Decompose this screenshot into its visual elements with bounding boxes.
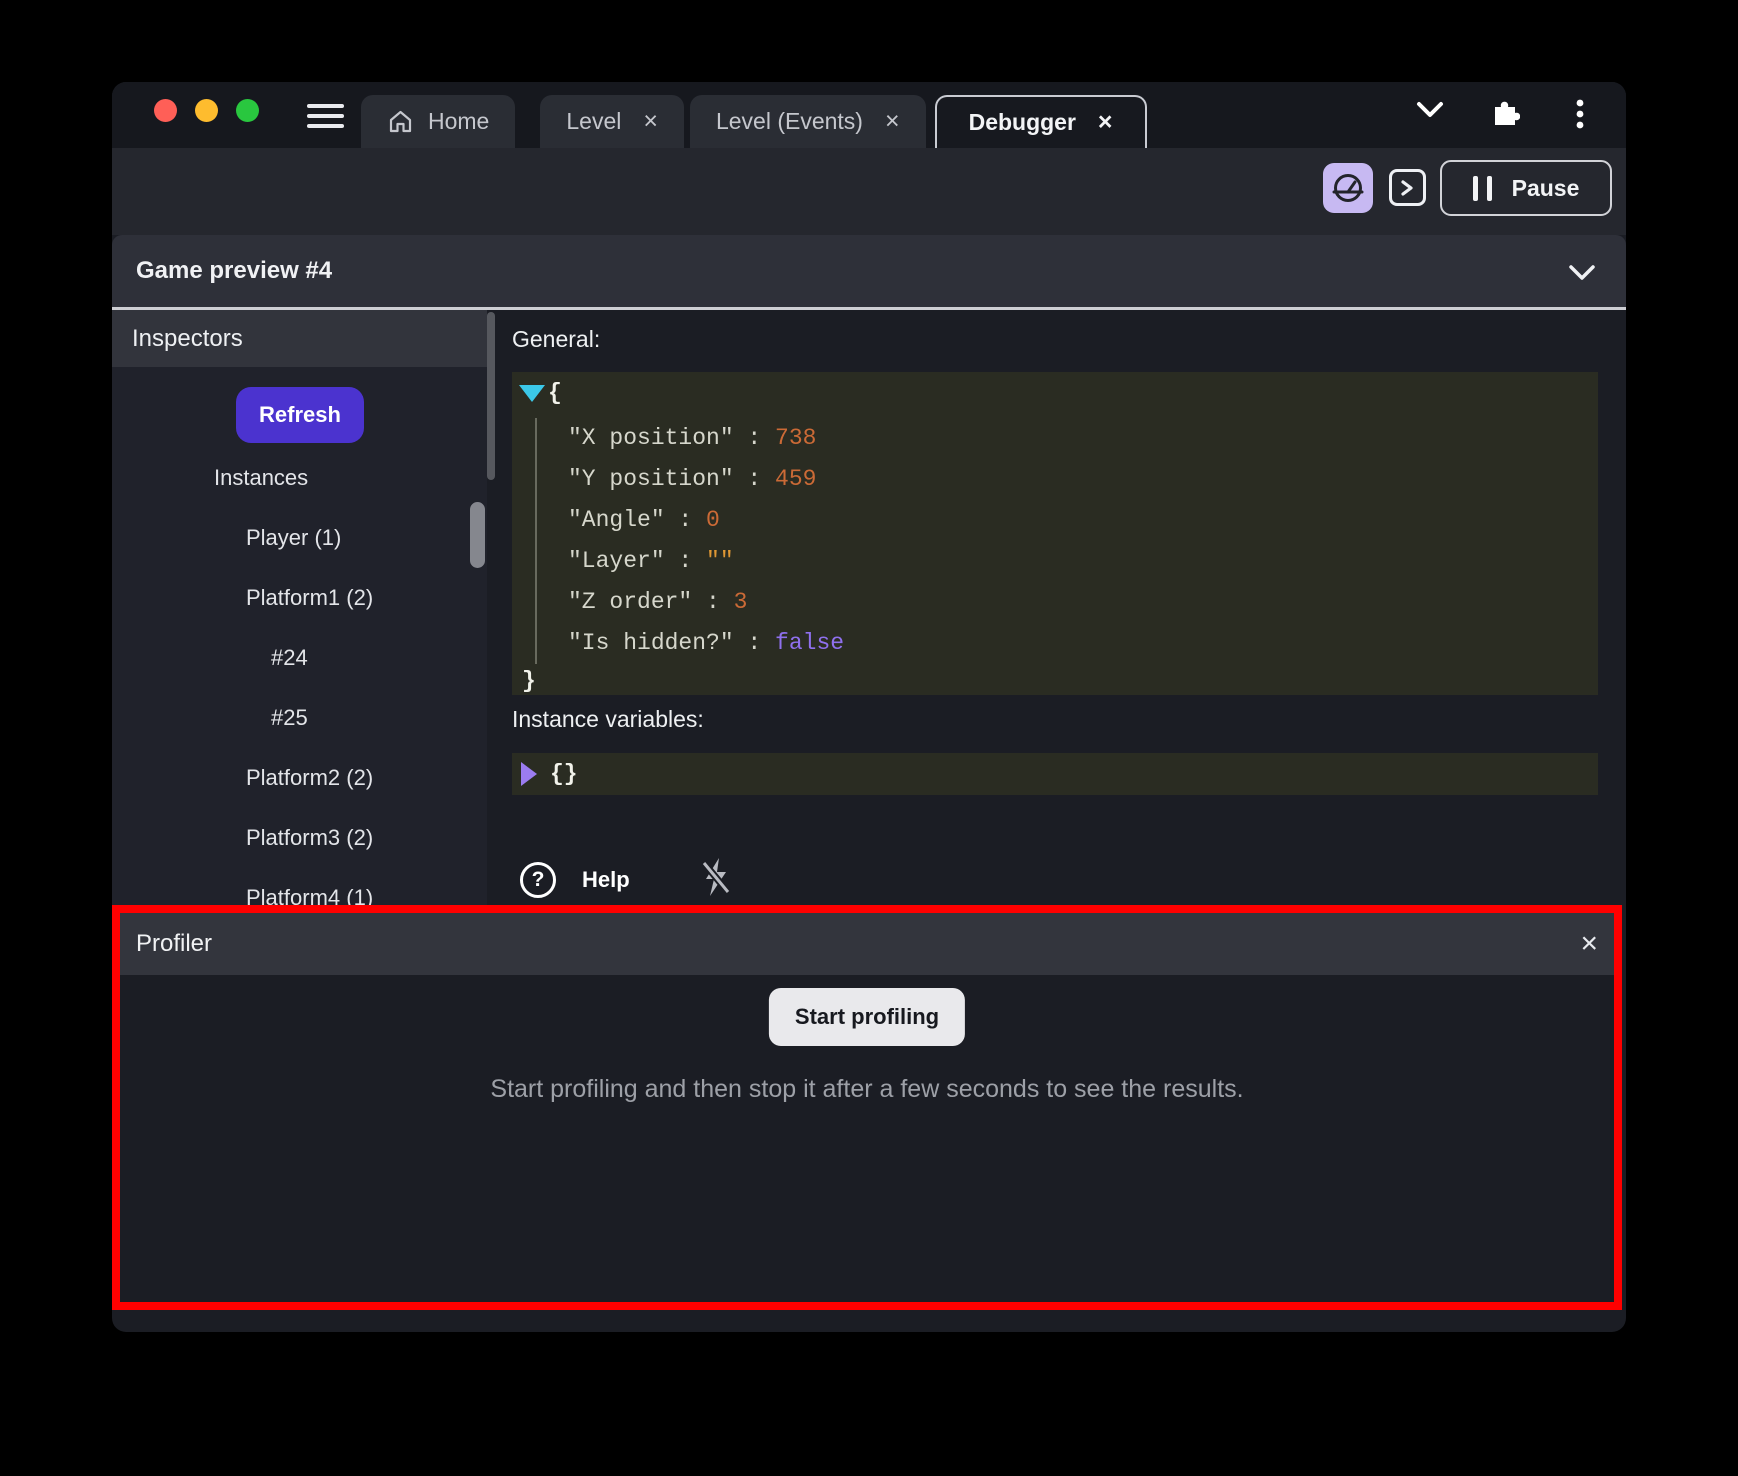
- tab-close-icon-debugger[interactable]: ×: [1098, 108, 1113, 137]
- tab-label: Debugger: [969, 109, 1076, 136]
- menu-icon[interactable]: [307, 104, 344, 134]
- json-key: "Angle" :: [568, 507, 706, 533]
- json-open-brace: {: [548, 380, 562, 406]
- profiler-header: Profiler ×: [120, 913, 1614, 975]
- json-value: 3: [734, 589, 748, 615]
- json-entry-angle: "Angle" : 0: [568, 500, 844, 541]
- pause-button-label: Pause: [1512, 175, 1580, 202]
- flash-off-icon[interactable]: [698, 856, 734, 903]
- json-close-brace: }: [522, 668, 536, 694]
- tree-item-instances[interactable]: Instances: [112, 448, 487, 508]
- expand-triangle-icon[interactable]: [521, 762, 537, 786]
- refresh-button[interactable]: Refresh: [236, 387, 364, 443]
- json-value: 0: [706, 507, 720, 533]
- tab-label: Level: [566, 108, 621, 135]
- gauge-icon: [1330, 170, 1366, 206]
- pause-icon: [1473, 176, 1492, 201]
- profiler-title: Profiler: [136, 930, 212, 958]
- tree-item-platform3-2[interactable]: Platform3 (2): [112, 808, 487, 868]
- console-button[interactable]: [1389, 169, 1426, 206]
- inspectors-header: Inspectors: [112, 310, 487, 367]
- tab-label: Home: [428, 108, 489, 135]
- tree-item-25[interactable]: #25: [112, 688, 487, 748]
- instance-variables-view: {}: [512, 753, 1598, 795]
- console-icon: [1399, 179, 1417, 197]
- tab-bar: Home Level × Level (Events) × Debugger ×: [361, 95, 1147, 148]
- chevron-down-icon[interactable]: [1568, 261, 1596, 289]
- json-entry-y-position: "Y position" : 459: [568, 459, 844, 500]
- tree-guide-line: [535, 418, 537, 664]
- help-row: ? Help: [520, 856, 734, 903]
- instance-variables-value: {}: [550, 753, 578, 795]
- app-window: HomeLevel×Level (Events)×Debugger× P: [112, 82, 1626, 1332]
- tree-item-player-1[interactable]: Player (1): [112, 508, 487, 568]
- tab-close-icon-level-events[interactable]: ×: [885, 107, 900, 136]
- help-label[interactable]: Help: [582, 867, 630, 893]
- minimize-window-button[interactable]: [195, 99, 218, 122]
- start-profiling-button[interactable]: Start profiling: [769, 988, 965, 1046]
- collapse-triangle-icon[interactable]: [519, 385, 545, 402]
- json-entry-x-position: "X position" : 738: [568, 418, 844, 459]
- tab-level[interactable]: Level ×: [540, 95, 684, 148]
- tree-item-platform4-1[interactable]: Platform4 (1): [112, 868, 487, 905]
- help-question-icon[interactable]: ?: [520, 862, 556, 898]
- title-bar: Home Level × Level (Events) × Debugger ×: [112, 82, 1626, 148]
- maximize-window-button[interactable]: [236, 99, 259, 122]
- debugger-content: Inspectors Refresh InstancesPlayer (1)Pl…: [112, 310, 1626, 905]
- extensions-puzzle-icon[interactable]: [1490, 96, 1520, 131]
- inspectors-sidebar: Inspectors Refresh InstancesPlayer (1)Pl…: [112, 310, 487, 905]
- json-entry-z-order: "Z order" : 3: [568, 582, 844, 623]
- json-entry-is-hidden: "Is hidden?" : false: [568, 623, 844, 664]
- json-key: "Is hidden?" :: [568, 630, 775, 656]
- tree-item-platform2-2[interactable]: Platform2 (2): [112, 748, 487, 808]
- debugger-toolbar: Pause: [112, 148, 1626, 235]
- tab-debugger[interactable]: Debugger ×: [935, 95, 1147, 148]
- json-key: "X position" :: [568, 425, 775, 451]
- profiler-panel: Profiler × Start profiling Start profili…: [112, 905, 1622, 1310]
- profiler-hint-text: Start profiling and then stop it after a…: [120, 1075, 1614, 1104]
- game-preview-selector[interactable]: Game preview #4: [112, 235, 1626, 307]
- pause-button[interactable]: Pause: [1440, 160, 1612, 216]
- json-key: "Y position" :: [568, 466, 775, 492]
- tab-label: Level (Events): [716, 108, 863, 135]
- inspectors-body: Refresh InstancesPlayer (1)Platform1 (2)…: [112, 367, 487, 905]
- json-value: "": [706, 548, 734, 574]
- general-json-view: { "X position" : 738"Y position" : 459"A…: [512, 372, 1598, 695]
- json-value: 459: [775, 466, 816, 492]
- json-entry-layer: "Layer" : "": [568, 541, 844, 582]
- json-entries: "X position" : 738"Y position" : 459"Ang…: [568, 418, 844, 664]
- instance-variables-label: Instance variables:: [512, 706, 704, 733]
- close-window-button[interactable]: [154, 99, 177, 122]
- game-preview-title: Game preview #4: [136, 257, 332, 285]
- home-icon: [387, 108, 414, 135]
- panel-scrollbar-thumb[interactable]: [487, 312, 495, 480]
- json-value: false: [775, 630, 844, 656]
- profiler-close-icon[interactable]: ×: [1580, 929, 1598, 959]
- instances-tree: InstancesPlayer (1)Platform1 (2)#24#25Pl…: [112, 448, 487, 905]
- chevron-down-icon[interactable]: [1415, 100, 1445, 125]
- json-value: 738: [775, 425, 816, 451]
- profiler-body: Start profiling Start profiling and then…: [120, 975, 1614, 1302]
- tab-close-icon-level[interactable]: ×: [643, 107, 658, 136]
- json-key: "Z order" :: [568, 589, 734, 615]
- traffic-lights: [154, 99, 259, 122]
- json-key: "Layer" :: [568, 548, 706, 574]
- profiler-gauge-button[interactable]: [1323, 163, 1373, 213]
- tab-level-events[interactable]: Level (Events) ×: [690, 95, 926, 148]
- tree-item-platform1-2[interactable]: Platform1 (2): [112, 568, 487, 628]
- general-section-label: General:: [512, 326, 600, 353]
- inspector-detail-panel: General: { "X position" : 738"Y position…: [500, 310, 1626, 905]
- kebab-menu-icon[interactable]: [1576, 98, 1584, 135]
- tree-item-24[interactable]: #24: [112, 628, 487, 688]
- sidebar-scrollbar-thumb[interactable]: [470, 502, 485, 568]
- tab-home[interactable]: Home: [361, 95, 515, 148]
